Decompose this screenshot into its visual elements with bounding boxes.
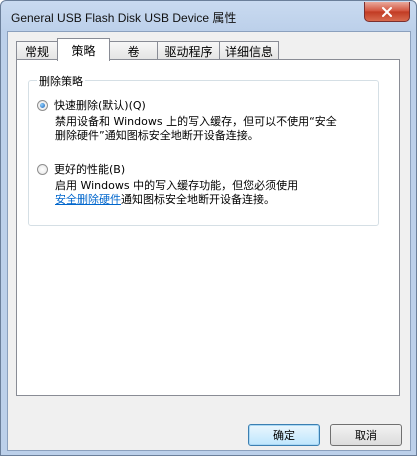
better-performance-option[interactable]: 更好的性能(B) <box>37 161 125 177</box>
removal-policy-group-title: 删除策略 <box>37 73 85 89</box>
better-performance-description: 启用 Windows 中的写入缓存功能，但您必须使用 安全删除硬件通知图标安全地… <box>55 179 373 207</box>
quick-removal-radio[interactable] <box>37 99 48 111</box>
better-performance-desc-line2: 安全删除硬件通知图标安全地断开设备连接。 <box>55 193 373 207</box>
tab-general[interactable]: 常规 <box>16 41 58 60</box>
cancel-button[interactable]: 取消 <box>330 424 402 446</box>
tab-details[interactable]: 详细信息 <box>219 41 279 60</box>
quick-removal-desc-line2: 删除硬件”通知图标安全地断开设备连接。 <box>55 129 259 142</box>
close-icon <box>382 6 392 17</box>
better-performance-label[interactable]: 更好的性能(B) <box>54 161 125 177</box>
removal-policy-group: 删除策略 快速删除(默认)(Q) 禁用设备和 Windows 上的写入缓存，但可… <box>28 73 379 226</box>
properties-window: General USB Flash Disk USB Device 属性 常规 … <box>0 0 417 456</box>
quick-removal-description: 禁用设备和 Windows 上的写入缓存，但可以不使用“安全 删除硬件”通知图标… <box>55 115 373 143</box>
ok-button[interactable]: 确定 <box>248 424 320 446</box>
better-performance-desc-line1: 启用 Windows 中的写入缓存功能，但您必须使用 <box>55 179 299 192</box>
safely-remove-hardware-link[interactable]: 安全删除硬件 <box>55 193 121 206</box>
quick-removal-option[interactable]: 快速删除(默认)(Q) <box>37 97 146 113</box>
tab-policy[interactable]: 策略 <box>57 38 110 61</box>
title-bar[interactable]: General USB Flash Disk USB Device 属性 <box>1 1 416 31</box>
quick-removal-desc-line1: 禁用设备和 Windows 上的写入缓存，但可以不使用“安全 <box>55 115 337 128</box>
quick-removal-label[interactable]: 快速删除(默认)(Q) <box>54 97 146 113</box>
close-button[interactable] <box>364 2 410 22</box>
better-performance-radio[interactable] <box>37 163 48 175</box>
policy-tab-panel: 删除策略 快速删除(默认)(Q) 禁用设备和 Windows 上的写入缓存，但可… <box>16 59 400 396</box>
tab-driver[interactable]: 驱动程序 <box>157 41 220 60</box>
tab-volume[interactable]: 卷 <box>109 41 158 60</box>
window-title: General USB Flash Disk USB Device 属性 <box>11 11 237 25</box>
dialog-client-area: 常规 策略 卷 驱动程序 详细信息 删除策略 快速删除(默认)(Q) 禁用设备和… <box>7 31 411 451</box>
better-performance-desc-line2-rest: 通知图标安全地断开设备连接。 <box>121 193 275 206</box>
